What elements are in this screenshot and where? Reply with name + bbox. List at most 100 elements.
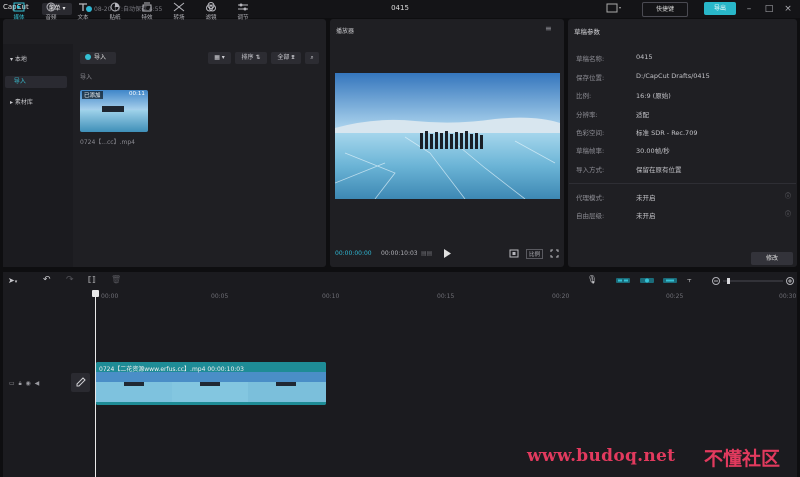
ratio-label: 比例 [529,252,541,258]
ratio-button[interactable]: 比例 [526,249,544,259]
total-time: 00:00:10:03 [381,250,418,257]
fit-screen-icon[interactable] [509,249,519,258]
param-label: 草稿名称: [576,55,605,63]
param-value: 未开启 [636,194,656,202]
filter-all-button[interactable]: 全部 ⩩ [271,52,301,64]
search-icon: ⌕ [310,54,314,61]
zoom-slider[interactable] [711,276,797,286]
play-button[interactable] [443,249,452,258]
param-label: 色彩空间: [576,129,605,137]
search-button[interactable]: ⌕ [305,52,319,64]
delete-icon[interactable]: 🗑︎ [111,275,121,284]
link-icon[interactable] [662,276,678,285]
tab-label: 转场 [173,15,185,21]
fullscreen-icon[interactable] [550,249,559,258]
param-label: 代理模式: [576,194,605,202]
video-preview [335,73,560,199]
media-icon [13,2,25,12]
text-icon [77,2,89,12]
all-label: 全部 [277,54,290,61]
layout-icon[interactable] [606,3,622,14]
tab-label: 音频 [45,15,57,21]
select-tool-icon[interactable]: ➤▾ [8,276,17,285]
sidebar-item-library[interactable]: ▸ 素材库 [5,97,67,109]
params-title: 草稿参数 [574,28,600,36]
sort-label: 排序 [241,54,254,61]
current-time: 00:00:00:00 [335,250,372,257]
tab-label: 贴纸 [109,15,121,21]
param-value: 适配 [636,111,649,119]
export-button[interactable]: 导出 [704,2,736,15]
param-value: 标准 SDR - Rec.709 [636,129,698,137]
sidebar-item-local[interactable]: ▾ 本地 [5,54,67,66]
tab-effects[interactable]: 特效 [133,2,161,24]
playhead-handle[interactable] [92,290,99,297]
grid-icon: ▦ ▾ [214,54,225,61]
ruler-label: 00:25 [666,293,684,300]
undo-icon[interactable]: ↶ [43,275,51,285]
microphone-icon[interactable]: 🎙︎ [587,275,597,284]
info-icon[interactable]: ⓘ [785,191,791,200]
modify-button[interactable]: 修改 [751,252,793,265]
clip-name: 0724【...cc】.mp4 [80,139,135,146]
param-value: 30.00帧/秒 [636,147,670,155]
info-icon[interactable]: ⓘ [785,209,791,218]
minimize-icon[interactable]: – [743,3,755,15]
transition-icon [173,2,185,12]
watermark-url: www.budoq.net [527,446,676,466]
tab-media[interactable]: 媒体 [5,2,33,24]
ruler-label: 00:15 [437,293,455,300]
sticker-icon [109,2,121,12]
sidebar-item-label: 素材库 [14,99,33,106]
cover-edit-button[interactable] [71,373,90,392]
ruler-label: 00:10 [322,293,340,300]
maximize-icon[interactable]: □ [763,3,775,15]
tab-text[interactable]: 文本 [69,2,97,24]
param-value: 未开启 [636,212,656,220]
param-value: 16:9 (原始) [636,92,671,100]
split-icon[interactable]: ⟦⟧ [88,275,96,284]
divider [569,183,796,184]
timeline-clip-label: 0724【二花资源www.erfus.cc】.mp4 00:00:10:03 [99,366,244,373]
lock-icon[interactable]: 🔒︎ [19,380,22,387]
track-controls: ▭ 🔒︎ ◉ ◀︎ [9,380,39,388]
import-button[interactable]: 导入 [80,52,116,64]
auto-snap-icon[interactable] [639,276,655,285]
add-icon [85,54,91,60]
shortcut-button[interactable]: 快捷键 [642,2,688,17]
param-label: 自由层级: [576,212,605,220]
sidebar-item-import[interactable]: 导入 [5,76,67,88]
view-toggle[interactable]: ▦ ▾ [208,52,231,64]
audio-mute-icon[interactable]: ◀︎ [35,380,40,387]
effects-icon [141,2,153,12]
preview-axis-icon[interactable]: ⫟ [687,275,692,285]
added-badge: 已添加 [82,91,103,99]
sort-button[interactable]: 排序 ⇅ [235,52,267,64]
tab-audio[interactable]: 音频 [37,2,65,24]
filter-icon [205,2,217,12]
param-value: 0415 [636,53,653,61]
param-label: 草稿帧率: [576,147,605,155]
tab-label: 滤镜 [205,15,217,21]
ruler-label: 00:05 [211,293,229,300]
visibility-icon[interactable]: ◉ [26,380,31,387]
menu-icon[interactable]: ≡ [545,24,552,33]
redo-icon[interactable]: ↷ [66,275,74,285]
playhead[interactable] [95,291,96,477]
pencil-icon [76,377,86,387]
section-label: 导入 [80,74,93,81]
main-track-magnet-icon[interactable] [615,276,631,285]
sidebar-item-label: 导入 [13,78,26,85]
close-icon[interactable]: × [782,3,794,15]
cover-toggle-icon[interactable]: ▭ [9,380,15,387]
tab-filter[interactable]: 滤镜 [197,2,225,24]
player-title: 播放器 [336,28,355,35]
timeline-grid-icon[interactable]: ▤▤ [421,250,432,257]
clip-duration: 00:11 [129,91,145,97]
param-label: 保存位置: [576,74,605,82]
tab-transition[interactable]: 转场 [165,2,193,24]
tab-adjust[interactable]: 调节 [229,2,257,24]
tab-sticker[interactable]: 贴纸 [101,2,129,24]
tab-label: 媒体 [13,15,25,21]
audio-icon [45,2,57,12]
